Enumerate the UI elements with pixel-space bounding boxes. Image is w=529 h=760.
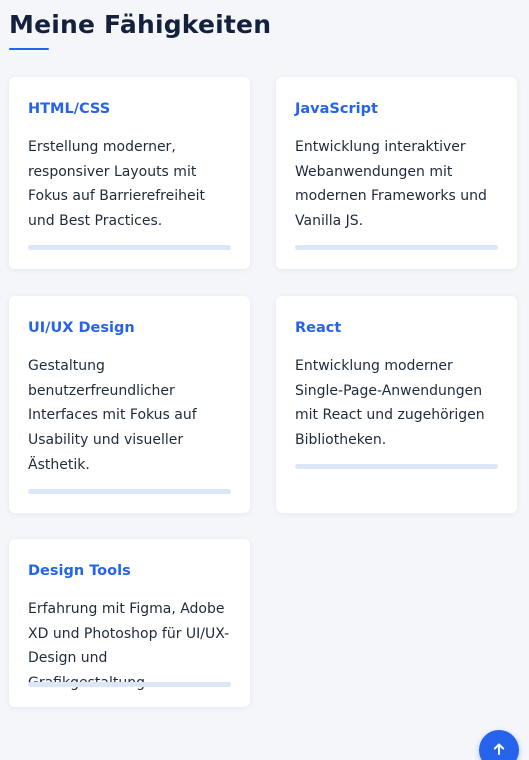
skill-card-title: React [295,320,342,336]
skill-card-description: Gestaltung benutzerfreundlicher Interfac… [28,358,197,473]
skill-card-html-css: HTML/CSS Erstellung moderner, responsive… [9,77,250,269]
skill-card-title: JavaScript [295,101,378,117]
skill-progress-bar [28,245,231,250]
arrow-up-icon [492,742,506,756]
section-title: Meine Fähigkeiten [9,10,272,39]
skill-card-description: Entwicklung interaktiver Webanwendungen … [295,139,487,230]
skill-progress-bar [28,489,231,494]
skill-card-title: HTML/CSS [28,101,111,117]
skill-progress-bar [295,245,498,250]
skill-card-javascript: JavaScript Entwicklung interaktiver Weba… [276,77,517,269]
skill-card-ui-ux-design: UI/UX Design Gestaltung benutzerfreundli… [9,296,250,513]
title-underline [9,48,49,50]
skill-card-description: Entwicklung moderner Single-Page-Anwendu… [295,358,485,449]
skill-card-title: Design Tools [28,563,131,579]
skill-card-react: React Entwicklung moderner Single-Page-A… [276,296,517,513]
skill-progress-bar [28,682,231,687]
skills-section: Meine Fähigkeiten HTML/CSS Erstellung mo… [0,0,529,760]
skill-card-design-tools: Design Tools Erfahrung mit Figma, Adobe … [9,539,250,707]
skill-progress-bar [295,464,498,469]
skill-card-description: Erstellung moderner, responsiver Layouts… [28,139,206,230]
scroll-to-top-button[interactable] [479,730,519,760]
skill-card-description: Erfahrung mit Figma, Adobe XD und Photos… [28,601,230,691]
skill-card-title: UI/UX Design [28,320,135,336]
